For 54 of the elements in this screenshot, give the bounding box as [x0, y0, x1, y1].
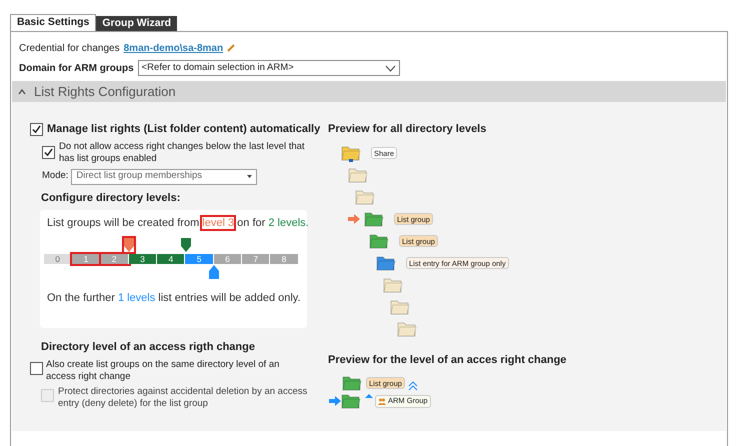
- folder-icon: [369, 232, 389, 250]
- folder-icon: [376, 254, 396, 272]
- section-title: Preview for the level of an acces right change: [328, 352, 568, 368]
- level-segment[interactable]: 4: [157, 254, 186, 264]
- level-segment[interactable]: 3: [128, 254, 158, 264]
- up-triangle-icon: [365, 394, 373, 398]
- level-segment[interactable]: 1: [72, 254, 101, 264]
- section-header[interactable]: List Rights Configuration: [12, 81, 726, 102]
- mode-dropdown[interactable]: Direct list group memberships: [71, 168, 258, 184]
- folder-icon: [390, 298, 410, 316]
- chevron-down-icon: [384, 64, 396, 72]
- mode-label: Mode:: [42, 169, 68, 184]
- levels-sentence: List groups will be created from level 3 on for 2 levels.: [46, 216, 310, 231]
- start-marker-icon[interactable]: [124, 238, 134, 252]
- level-segment[interactable]: 8: [270, 254, 299, 264]
- folder-icon: [364, 210, 384, 228]
- level-segment[interactable]: 6: [214, 254, 242, 264]
- chevron-up-icon: [18, 88, 26, 94]
- section-title: Configure directory levels:: [40, 190, 182, 206]
- section-title: Preview for all directory levels: [328, 122, 488, 137]
- pen-icon: [227, 44, 236, 52]
- checkbox-label: Manage list rights (List folder content) automatically: [47, 122, 320, 137]
- checkbox-label: Protect directories against accidental deletion by an access entry (deny delete) for the list group: [58, 386, 308, 410]
- shared-folder-icon: [341, 144, 361, 162]
- credential-link[interactable]: 8man-demo\sa-8man: [124, 40, 224, 56]
- folder-icon: [342, 374, 362, 392]
- level-segment[interactable]: 7: [242, 254, 270, 264]
- section-title: Directory level of an access rigth change: [40, 340, 256, 355]
- double-chevron-up-icon: [408, 381, 418, 391]
- right-arrow-icon: [329, 396, 341, 406]
- levels-footer: On the further 1 levels list entries will be added only.: [44, 288, 304, 309]
- tab[interactable]: Group Wizard: [96, 16, 178, 31]
- level-segment[interactable]: 2: [100, 254, 129, 264]
- level-segment[interactable]: 0: [44, 254, 72, 264]
- checkbox-label: Also create list groups on the same directory level of an access right change: [46, 358, 280, 382]
- folder-icon: [355, 188, 375, 206]
- end-marker-icon[interactable]: [180, 238, 190, 252]
- users-icon: [378, 398, 386, 404]
- domain-dropdown[interactable]: <Refer to domain selection in ARM>: [138, 60, 400, 76]
- credential-label: Credential for changes: [19, 42, 120, 56]
- checkbox[interactable]: [30, 122, 43, 136]
- entry-marker-icon[interactable]: [208, 265, 219, 279]
- checkbox-label: Do not allow access right changes below the last level that has list groups enabled: [59, 140, 306, 164]
- right-arrow-icon: [348, 214, 360, 224]
- folder-icon: [397, 320, 417, 338]
- tab[interactable]: Basic Settings: [10, 14, 96, 31]
- domain-label: Domain for ARM groups: [19, 62, 134, 76]
- folder-icon: [341, 392, 361, 410]
- caret-icon: [247, 175, 252, 178]
- folder-icon: [383, 276, 403, 294]
- checkbox[interactable]: [30, 362, 43, 374]
- level-segment[interactable]: 5: [185, 254, 214, 264]
- folder-icon: [348, 166, 368, 184]
- checkbox[interactable]: [42, 146, 55, 158]
